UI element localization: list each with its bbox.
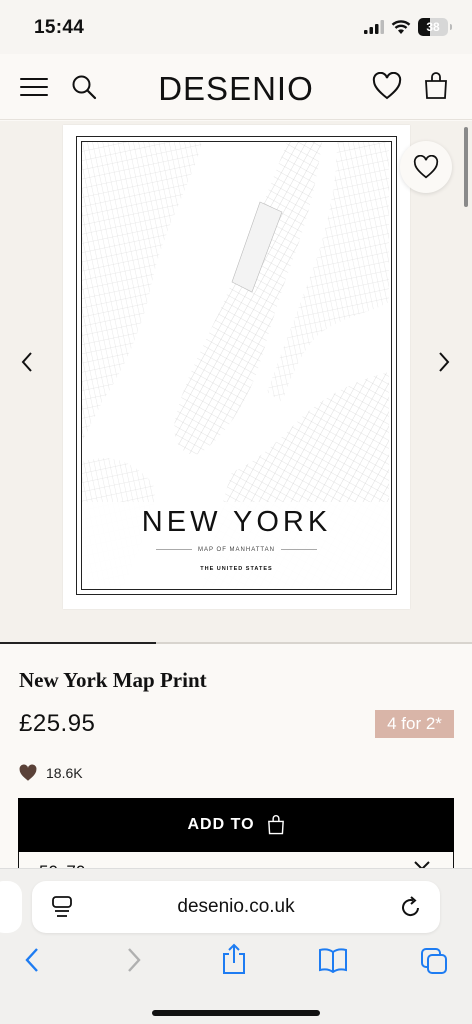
product-gallery[interactable]: NEW YORK MAP OF MANHATTAN THE UNITED STA… [0,121,472,644]
wifi-icon [391,19,411,34]
status-bar: 15:44 38 [0,0,472,54]
heart-filled-icon[interactable] [18,764,38,782]
forward-icon[interactable] [126,947,142,973]
add-to-bag-button[interactable]: ADD TO [18,798,454,852]
page-scrollbar[interactable] [464,127,468,207]
poster-country: THE UNITED STATES [200,566,273,572]
chevron-left-icon[interactable] [20,351,34,373]
likes: 18.6K [18,764,83,782]
bag-icon[interactable] [424,72,448,100]
battery-icon: 38 [418,18,448,36]
promo-badge[interactable]: 4 for 2* [375,710,454,738]
browser-bottom-bar: desenio.co.uk [0,868,472,1024]
heart-icon [413,155,439,179]
poster-subtitle: MAP OF MANHATTAN [82,547,391,553]
chevron-right-icon[interactable] [437,351,451,373]
browser-toolbar [0,943,472,987]
favourite-button[interactable] [400,141,452,193]
likes-count: 18.6K [46,765,83,781]
gallery-progress [0,642,472,644]
url-text: desenio.co.uk [177,896,295,917]
bag-icon [267,815,284,835]
site-header: DESENIO [0,56,472,120]
battery-level: 38 [426,20,440,34]
status-icons: 38 [364,18,452,36]
previous-tab-peek[interactable] [0,881,22,933]
product-price: £25.95 [19,710,96,737]
reload-icon[interactable] [400,895,422,919]
product-name: New York Map Print [19,668,207,692]
poster-title: NEW YORK [141,506,332,538]
home-indicator [152,1010,320,1016]
tabs-icon[interactable] [420,947,448,975]
wishlist-heart-icon[interactable] [372,72,402,100]
back-icon[interactable] [24,947,40,973]
share-icon[interactable] [221,943,247,975]
poster-image: NEW YORK MAP OF MANHATTAN THE UNITED STA… [63,125,410,609]
signal-icon [364,20,384,34]
address-bar[interactable]: desenio.co.uk [32,881,440,933]
status-time: 15:44 [34,17,85,38]
bookmarks-icon[interactable] [318,947,348,973]
gallery-progress-fill [0,642,156,644]
add-button-label: ADD TO [187,816,255,833]
